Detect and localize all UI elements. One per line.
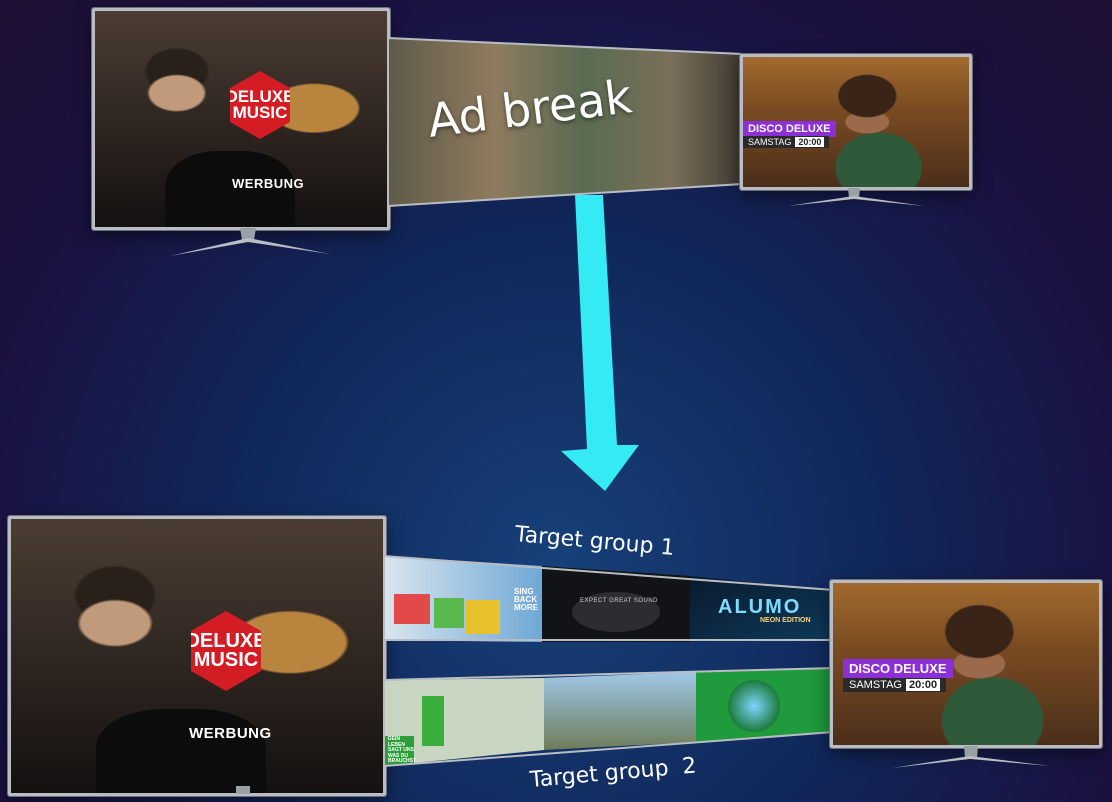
bottom-left-tv-stand xyxy=(236,786,250,794)
deluxe-music-logo: DELUXE MUSIC xyxy=(230,71,290,139)
top-left-tv-stand xyxy=(170,228,330,256)
show-title-tag: DISCO DELUXE xyxy=(743,121,836,137)
top-left-tv: DELUXE MUSIC WERBUNG xyxy=(92,8,390,230)
werbung-overlay: WERBUNG xyxy=(189,725,272,742)
ad-store-slogan: DEIN LEBEN SAGT UNS, WAS DU BRAUCHST. xyxy=(388,736,417,764)
presenter-figure xyxy=(96,709,266,793)
ad-alumo: ALUMO xyxy=(718,596,802,618)
top-right-tv-stand xyxy=(788,188,924,206)
down-arrow xyxy=(561,195,639,491)
bottom-left-tv: DELUXE MUSIC WERBUNG xyxy=(8,516,386,796)
ad-alumo-sub: NEON EDITION xyxy=(760,617,811,624)
show-title-tag: DISCO DELUXE xyxy=(843,659,953,678)
deluxe-music-logo: DELUXE MUSIC xyxy=(191,611,261,691)
bottom-right-tv-stand xyxy=(892,746,1050,768)
bottom-right-tv: DISCO DELUXE SAMSTAG 20:00 xyxy=(830,580,1102,748)
target-group-2-strip xyxy=(384,666,835,768)
top-right-tv: DISCO DELUXE SAMSTAG 20:00 xyxy=(740,54,972,190)
schedule-tag: SAMSTAG 20:00 xyxy=(743,136,830,148)
ad-polk: EXPECT GREAT SOUND xyxy=(580,598,659,604)
werbung-overlay: WERBUNG xyxy=(232,176,305,191)
schedule-tag: SAMSTAG 20:00 xyxy=(843,678,947,692)
ad-sing-back-more: SING BACK MORE xyxy=(514,587,538,612)
